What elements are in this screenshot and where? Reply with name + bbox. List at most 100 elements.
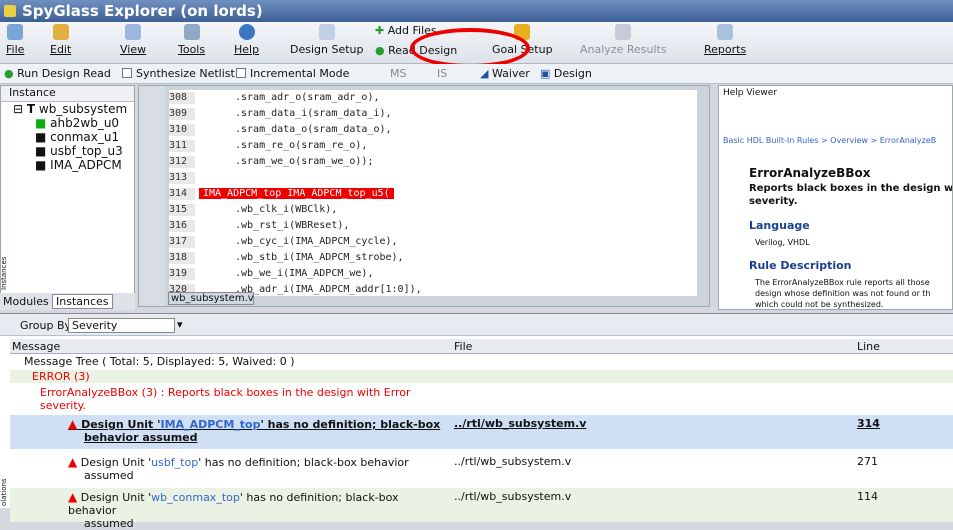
violation-row[interactable]: ▲ Design Unit 'usbf_top' has no definiti…	[10, 453, 953, 487]
line-number: 316	[169, 220, 195, 232]
warning-icon: ▲	[68, 490, 78, 504]
title-bar: SpyGlass Explorer (on lords)	[0, 0, 953, 22]
rule-summary-1: Reports black boxes in the design w	[749, 183, 953, 194]
design-unit-link[interactable]: usbf_top	[151, 456, 198, 469]
code-line: .sram_we_o(sram_we_o));	[235, 156, 374, 167]
instance-tree-panel: Instance ⊟ T wb_subsystem ■ ahb2wb_u0 ■ …	[0, 85, 135, 310]
reports-icon	[717, 24, 734, 40]
line-number: 319	[169, 268, 195, 280]
ms-button[interactable]: MS	[390, 67, 406, 80]
violations-side-label: olations	[0, 478, 8, 506]
col-message[interactable]: Message	[12, 340, 60, 353]
language-value: Verilog, VHDL	[755, 238, 810, 247]
edit-menu[interactable]: Edit	[50, 24, 71, 56]
line-cell: 114	[857, 490, 878, 503]
code-line: .wb_clk_i(WBClk),	[235, 204, 338, 215]
column-header: Message File Line	[10, 339, 953, 354]
group-by-label: Group By:	[20, 319, 74, 332]
instance-header: Instance	[1, 86, 134, 102]
design-button[interactable]: ▣ Design	[540, 67, 592, 80]
line-number: 314	[169, 188, 195, 200]
add-icon: ✚	[375, 24, 388, 37]
msg-post2: behavior assumed	[84, 431, 198, 444]
msg-post: ' has no definition; black-box	[260, 418, 441, 431]
help-menu[interactable]: Help	[234, 24, 259, 56]
help-title: Help Viewer	[723, 88, 777, 98]
code-line: .wb_cyc_i(IMA_ADPCM_cycle),	[235, 236, 398, 247]
dropdown-arrow-icon[interactable]: ▾	[177, 318, 183, 331]
design-setup-button[interactable]: Design Setup	[290, 24, 364, 56]
file-icon	[7, 24, 24, 40]
msg-pre: Design Unit '	[80, 491, 152, 504]
file-cell: ../rtl/wb_subsystem.v	[454, 490, 572, 503]
module-icon: ■	[35, 116, 47, 130]
code-line: .sram_adr_o(sram_adr_o),	[235, 92, 380, 103]
file-menu[interactable]: File	[6, 24, 24, 56]
analyze-results-button[interactable]: Analyze Results	[580, 24, 667, 56]
violation-row[interactable]: ▲ Design Unit 'IMA_ADPCM_top' has no def…	[10, 415, 953, 449]
analyze-results-icon	[615, 24, 632, 40]
violations-panel: Group By: Severity ▾ Message File Line M…	[0, 313, 953, 530]
code-line: .sram_data_i(sram_data_i),	[235, 108, 392, 119]
edit-icon	[52, 24, 69, 40]
tools-menu[interactable]: Tools	[178, 24, 205, 56]
code-line: .wb_rst_i(WBReset),	[235, 220, 350, 231]
instances-side-label: Instances	[0, 256, 8, 290]
code-line: IMA_ADPCM_top IMA_ADPCM_top_u5(	[199, 188, 394, 199]
help-icon	[238, 24, 255, 40]
run-design-read-button[interactable]: ● Run Design Read	[4, 67, 111, 80]
tools-icon	[183, 24, 200, 40]
view-menu[interactable]: View	[120, 24, 146, 56]
design-icon: ▣	[540, 67, 554, 80]
msg-pre: Design Unit '	[81, 418, 161, 431]
line-number: 308	[169, 92, 195, 104]
editor-side-toolbar	[139, 86, 165, 306]
incremental-mode-checkbox[interactable]: Incremental Mode	[236, 67, 349, 80]
msg-post: ' has no definition; black-box behavior	[198, 456, 409, 469]
run-icon: ●	[4, 67, 18, 80]
synthesize-netlist-checkbox[interactable]: Synthesize Netlist	[122, 67, 235, 80]
msg-post2: assumed	[84, 469, 134, 482]
tree-item[interactable]: ■ ahb2wb_u0	[35, 116, 119, 130]
line-number: 312	[169, 156, 195, 168]
line-number: 310	[169, 124, 195, 136]
code-area[interactable]: 308 .sram_adr_o(sram_adr_o), 309 .sram_data…	[169, 90, 697, 296]
design-setup-icon	[318, 24, 335, 40]
col-line[interactable]: Line	[857, 340, 880, 353]
design-unit-link[interactable]: wb_conmax_top	[151, 491, 240, 504]
is-button[interactable]: IS	[437, 67, 447, 80]
rule-group-row[interactable]: ErrorAnalyzeBBox (3) : Reports black box…	[10, 386, 953, 415]
line-cell: 271	[857, 455, 878, 468]
file-tab[interactable]: wb_subsystem.v	[168, 292, 254, 305]
col-file[interactable]: File	[454, 340, 472, 353]
play-icon: ●	[375, 44, 389, 57]
tree-item[interactable]: ■ IMA_ADPCM	[35, 158, 122, 172]
rule-summary-2: severity.	[749, 196, 798, 207]
violation-row[interactable]: ▲ Design Unit 'wb_conmax_top' has no def…	[10, 488, 953, 530]
tree-item[interactable]: ■ usbf_top_u3	[35, 144, 123, 158]
app-title: SpyGlass Explorer (on lords)	[22, 2, 263, 20]
left-tabs: Modules Instances	[0, 293, 135, 310]
app-icon	[4, 5, 16, 17]
code-line: .wb_stb_i(IMA_ADPCM_strobe),	[235, 252, 404, 263]
tab-instances[interactable]: Instances	[52, 294, 113, 309]
highlight-circle	[410, 28, 530, 68]
tree-item[interactable]: ■ conmax_u1	[35, 130, 119, 144]
error-group-row[interactable]: ERROR (3)	[10, 370, 953, 383]
message-tree-row[interactable]: Message Tree ( Total: 5, Displayed: 5, W…	[10, 355, 953, 368]
blackbox-icon: ■	[35, 144, 47, 158]
reports-menu[interactable]: Reports	[704, 24, 746, 56]
group-by-select[interactable]: Severity	[68, 318, 175, 333]
warning-icon: ▲	[68, 455, 78, 469]
blackbox-icon: ■	[35, 158, 47, 172]
line-cell: 314	[857, 417, 880, 430]
line-number: 309	[169, 108, 195, 120]
msg-post2: assumed	[84, 517, 134, 530]
tab-modules[interactable]: Modules	[3, 295, 49, 308]
tree-root[interactable]: ⊟ T wb_subsystem	[13, 102, 127, 116]
design-unit-link[interactable]: IMA_ADPCM_top	[161, 418, 261, 431]
waiver-button[interactable]: ◢ Waiver	[480, 67, 530, 80]
warning-icon: ▲	[68, 417, 78, 431]
help-breadcrumb[interactable]: Basic HDL Built-In Rules > Overview > Er…	[723, 136, 936, 145]
language-title: Language	[749, 219, 810, 232]
